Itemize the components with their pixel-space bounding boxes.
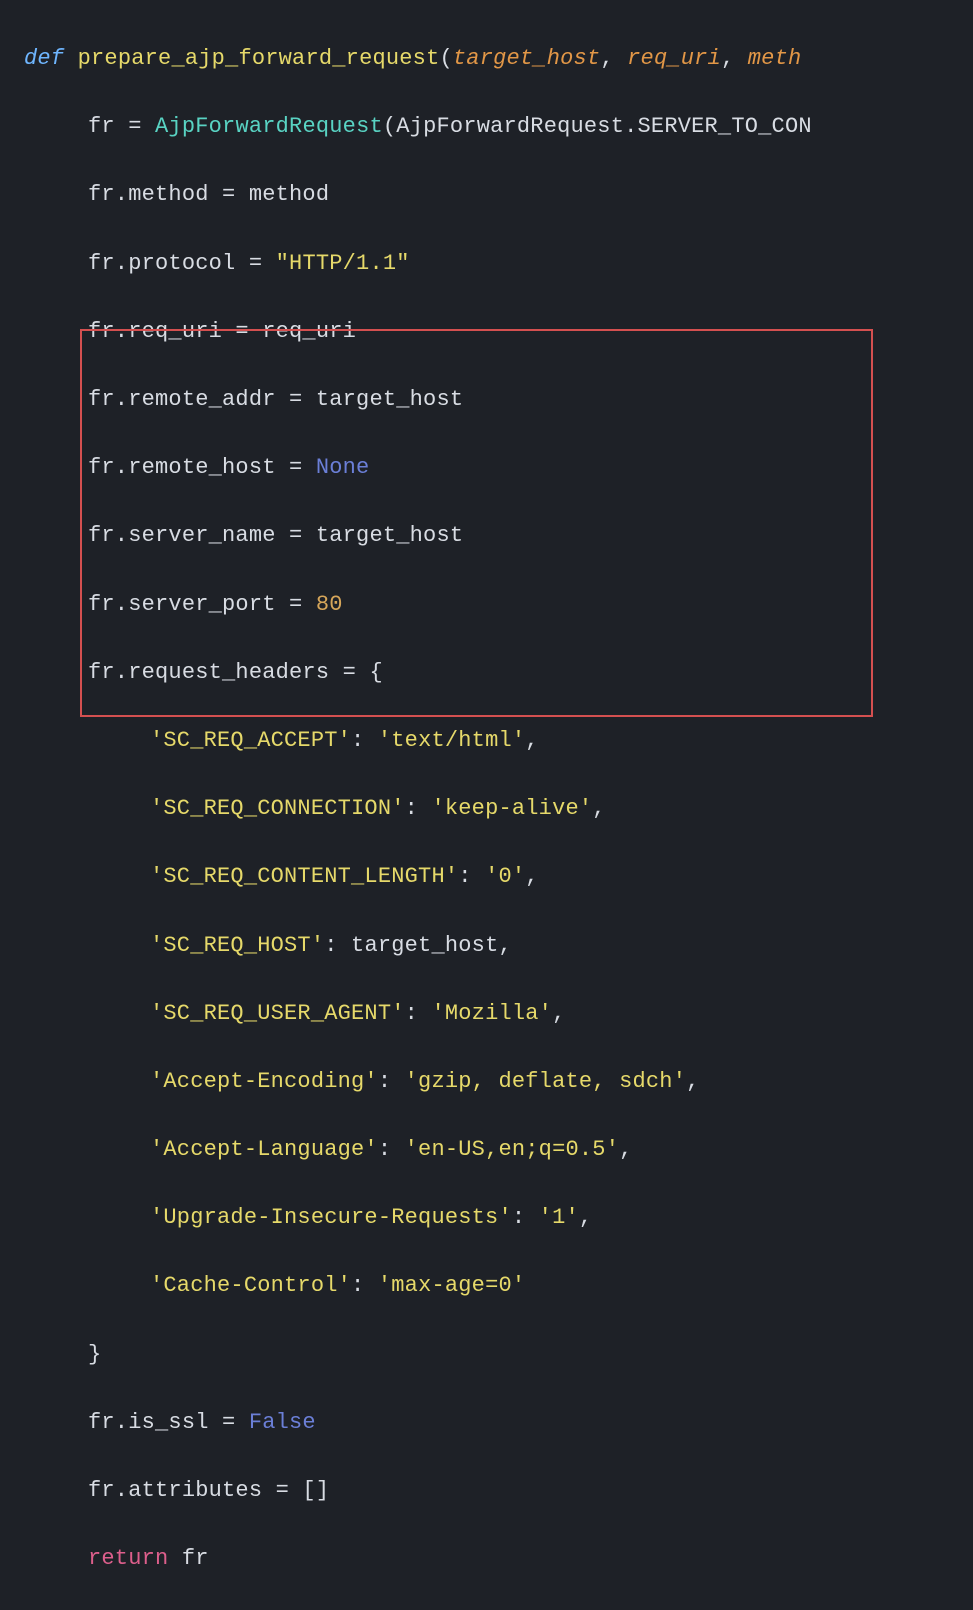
code-line: fr = AjpForwardRequest(AjpForwardRequest… [0, 110, 973, 144]
code-line: fr.remote_host = None [0, 451, 973, 485]
code-line: fr.server_name = target_host [0, 519, 973, 553]
number-literal: 80 [316, 592, 343, 617]
string-literal: "HTTP/1.1" [276, 251, 410, 276]
code-line: 'SC_REQ_USER_AGENT': 'Mozilla', [0, 997, 973, 1031]
code-block: def prepare_ajp_forward_request(target_h… [0, 0, 973, 1610]
param: meth [748, 46, 802, 71]
param: req_uri [627, 46, 721, 71]
code-line: fr.server_port = 80 [0, 588, 973, 622]
code-line: } [0, 1338, 973, 1372]
code-line: 'SC_REQ_CONNECTION': 'keep-alive', [0, 792, 973, 826]
code-line: 'SC_REQ_CONTENT_LENGTH': '0', [0, 860, 973, 894]
keyword-def: def [24, 46, 64, 71]
code-line: def prepare_ajp_forward_request(target_h… [0, 42, 973, 76]
code-line: 'Accept-Encoding': 'gzip, deflate, sdch'… [0, 1065, 973, 1099]
code-line: return fr [0, 1542, 973, 1576]
code-line: 'SC_REQ_ACCEPT': 'text/html', [0, 724, 973, 758]
code-line: 'SC_REQ_HOST': target_host, [0, 929, 973, 963]
code-line: fr.protocol = "HTTP/1.1" [0, 247, 973, 281]
code-line: fr.request_headers = { [0, 656, 973, 690]
code-line: 'Cache-Control': 'max-age=0' [0, 1269, 973, 1303]
class-name: AjpForwardRequest [155, 114, 383, 139]
function-name: prepare_ajp_forward_request [78, 46, 440, 71]
code-line: fr.remote_addr = target_host [0, 383, 973, 417]
const-false: False [249, 1410, 316, 1435]
keyword-return: return [88, 1546, 168, 1571]
code-line: fr.is_ssl = False [0, 1406, 973, 1440]
code-line: fr.attributes = [] [0, 1474, 973, 1508]
code-line: fr.method = method [0, 178, 973, 212]
code-line: 'Upgrade-Insecure-Requests': '1', [0, 1201, 973, 1235]
param: target_host [453, 46, 600, 71]
const-none: None [316, 455, 370, 480]
code-line: fr.req_uri = req_uri [0, 315, 973, 349]
code-line: 'Accept-Language': 'en-US,en;q=0.5', [0, 1133, 973, 1167]
